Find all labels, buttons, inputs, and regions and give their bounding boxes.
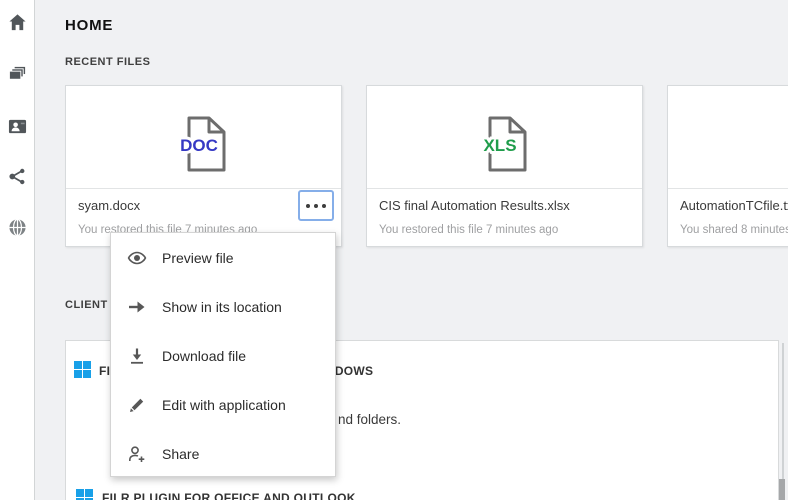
arrow-right-icon [127,297,147,317]
share-network-icon[interactable] [8,167,27,186]
scrollbar-track [782,343,784,500]
sidebar [0,0,35,500]
file-card-info: CIS final Automation Results.xlsx You re… [367,189,642,247]
menu-item-show-in-location[interactable]: Show in its location [111,282,335,331]
doc-file-icon: DOC [172,115,236,173]
file-name: AutomationTCfile.txt [680,198,788,213]
client-download-item-office-plugin[interactable]: FILR PLUGIN FOR OFFICE AND OUTLOOK [102,491,356,500]
file-thumbnail: DOC [66,86,341,189]
windows-logo-icon [76,489,93,500]
pencil-icon [127,395,147,415]
person-add-icon [127,444,147,464]
file-name: syam.docx [78,198,140,213]
windows-logo-icon [74,361,91,378]
menu-item-download-file[interactable]: Download file [111,331,335,380]
files-stack-icon[interactable] [8,65,27,84]
filr-home-screen: HOME RECENT FILES CLIENT DOWNLOADS DOC s… [0,0,788,500]
scrollbar-thumb[interactable] [779,479,785,500]
xls-file-icon: XLS [473,115,537,173]
file-card-cis-results-xlsx[interactable]: XLS CIS final Automation Results.xlsx Yo… [366,85,643,247]
more-actions-button[interactable] [298,190,334,221]
file-card-syam-docx[interactable]: DOC syam.docx You restored this file 7 m… [65,85,342,247]
info-banner-text: nd folders. [338,412,401,427]
menu-item-label: Preview file [162,250,234,266]
menu-item-preview-file[interactable]: Preview file [111,233,335,282]
recent-files-heading: RECENT FILES [65,56,150,68]
menu-item-label: Edit with application [162,397,286,413]
download-icon [127,346,147,366]
ellipsis-dot [306,204,310,208]
menu-item-share[interactable]: Share [111,429,335,478]
file-thumbnail: XLS [367,86,642,189]
home-icon[interactable] [8,13,27,32]
contacts-icon[interactable] [8,117,27,136]
xls-badge-text: XLS [483,136,516,155]
menu-item-label: Share [162,446,199,462]
file-card-automationtcfile-txt[interactable]: TXT AutomationTCfile.txt You shared 8 mi… [667,85,788,247]
globe-icon[interactable] [8,218,27,237]
file-context-menu: Preview file Show in its location Downlo… [110,232,336,477]
file-thumbnail: TXT [668,86,788,189]
eye-icon [127,248,147,268]
file-activity: You restored this file 7 minutes ago [379,224,558,236]
file-card-info: AutomationTCfile.txt You shared 8 minute… [668,189,788,247]
menu-item-edit-with-application[interactable]: Edit with application [111,380,335,429]
menu-item-label: Show in its location [162,299,282,315]
file-name: CIS final Automation Results.xlsx [379,198,570,213]
doc-badge-text: DOC [180,136,218,155]
page-title: HOME [65,17,113,34]
file-activity: You shared 8 minutes ago [680,224,788,236]
menu-item-label: Download file [162,348,246,364]
